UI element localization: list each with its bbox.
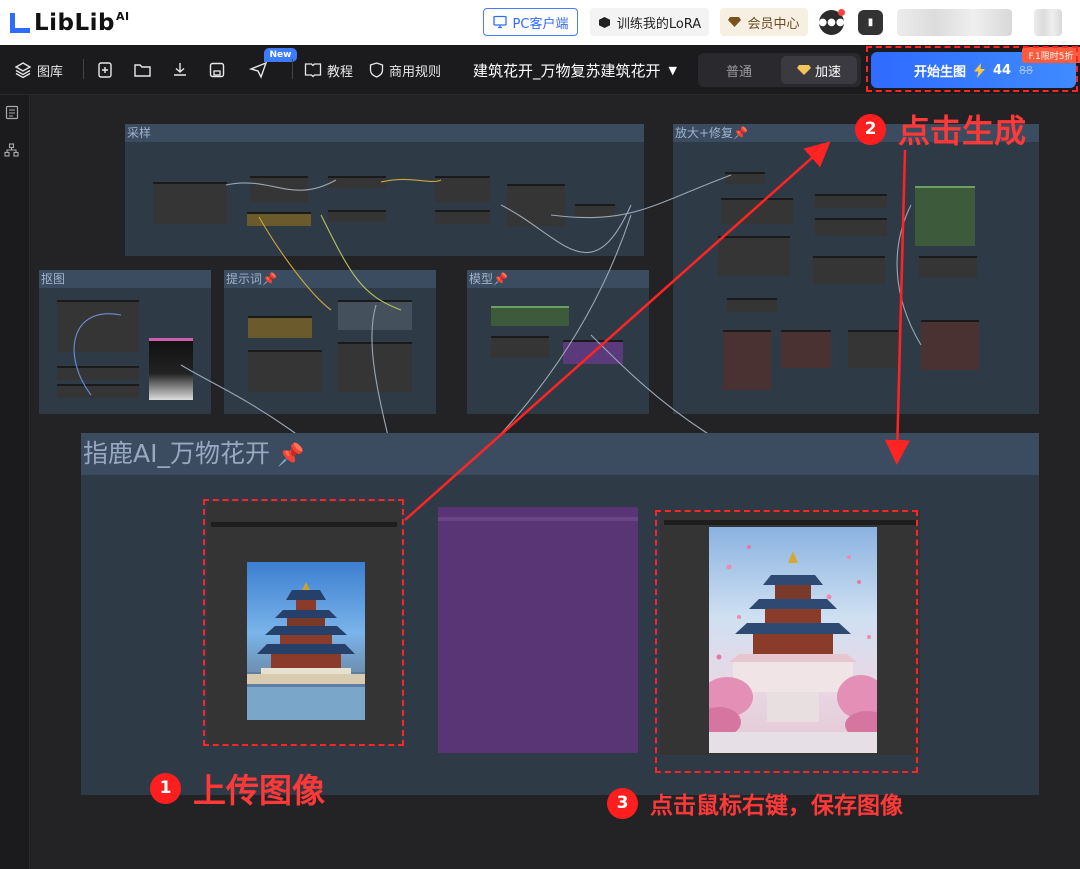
highlight-output-image [655, 510, 918, 773]
workflow-canvas[interactable]: 采样 放大+修复📌 抠图 提示词📌 模型📌 指鹿AI_万物花开 📌 [31, 95, 1080, 869]
step-text: 点击生成 [898, 112, 1027, 150]
tutorial-button[interactable]: 教程 [304, 45, 353, 95]
toolbar-divider [83, 59, 84, 79]
shield-icon [369, 62, 384, 78]
commercial-rules-label: 商用规则 [389, 64, 442, 80]
logo-text: LibLib [34, 10, 116, 36]
diamond-icon [796, 65, 811, 75]
mode-normal-button[interactable]: 普通 [698, 53, 780, 87]
annotation-step-2: 2 点击生成 [855, 106, 1026, 152]
sampler-node[interactable] [438, 507, 638, 753]
step-number: 1 [150, 772, 181, 804]
group-main-title: 指鹿AI_万物花开 📌 [81, 433, 1039, 475]
liblib-logo[interactable]: LibLib AI [8, 9, 130, 37]
toolbar-divider [292, 59, 293, 79]
monitor-icon [492, 15, 507, 29]
user-name-blurred[interactable] [897, 9, 1012, 36]
layers-icon [14, 62, 32, 79]
node-tree-icon[interactable] [4, 143, 19, 157]
commercial-rules-button[interactable]: 商用规则 [369, 45, 441, 95]
step-text: 点击鼠标右键，保存图像 [650, 793, 903, 819]
workflow-title-dropdown[interactable]: 建筑花开_万物复苏建筑花开 ▼ [473, 45, 677, 95]
folder-icon [134, 64, 151, 77]
step-number: 3 [607, 787, 638, 819]
avatar[interactable] [1034, 9, 1062, 36]
document-icon[interactable] [5, 105, 19, 120]
book-icon [304, 63, 322, 78]
download-icon [174, 63, 186, 76]
pc-client-label: PC客户端 [512, 16, 569, 32]
open-folder-button[interactable] [133, 45, 152, 95]
step-number: 2 [855, 113, 886, 145]
caret-down-icon: ▼ [668, 63, 677, 77]
highlight-upload-image [203, 499, 404, 746]
annotation-step-3: 3 点击鼠标右键，保存图像 [607, 786, 903, 820]
mode-fast-label: 加速 [814, 64, 841, 80]
diamond-icon [728, 17, 742, 27]
new-file-icon [98, 62, 112, 78]
new-file-button[interactable] [96, 45, 114, 95]
logo-sup: AI [116, 9, 130, 23]
gallery-button[interactable]: 图库 [14, 45, 63, 95]
tutorial-label: 教程 [327, 64, 354, 80]
train-lora-button[interactable]: 训练我的LoRA [590, 8, 709, 36]
mode-fast-button[interactable]: 加速 [781, 56, 857, 84]
download-button[interactable] [171, 45, 189, 95]
bag-icon[interactable]: ▮ [858, 10, 883, 35]
vip-center-button[interactable]: 会员中心 [720, 8, 808, 36]
pc-client-button[interactable]: PC客户端 [483, 8, 578, 36]
train-lora-label: 训练我的LoRA [616, 16, 702, 32]
workflow-title: 建筑花开_万物复苏建筑花开 [473, 61, 661, 80]
top-header: LibLib AI PC客户端 训练我的LoRA 会员中心 ●●● ▮ [0, 0, 1080, 45]
logo-mark-icon [8, 11, 32, 35]
step-text: 上传图像 [193, 771, 325, 810]
cube-icon [598, 16, 610, 28]
save-icon [209, 62, 225, 78]
pin-icon: 📌 [269, 443, 305, 468]
gallery-label: 图库 [37, 64, 64, 80]
save-button[interactable] [208, 45, 226, 95]
speed-mode-toggle: 普通 加速 [698, 53, 861, 87]
vip-center-label: 会员中心 [747, 16, 800, 32]
highlight-generate-button [866, 46, 1078, 92]
left-rail [0, 95, 30, 869]
message-icon[interactable]: ●●● [818, 9, 845, 35]
send-icon [249, 61, 268, 79]
annotation-step-1: 1 上传图像 [150, 764, 325, 812]
